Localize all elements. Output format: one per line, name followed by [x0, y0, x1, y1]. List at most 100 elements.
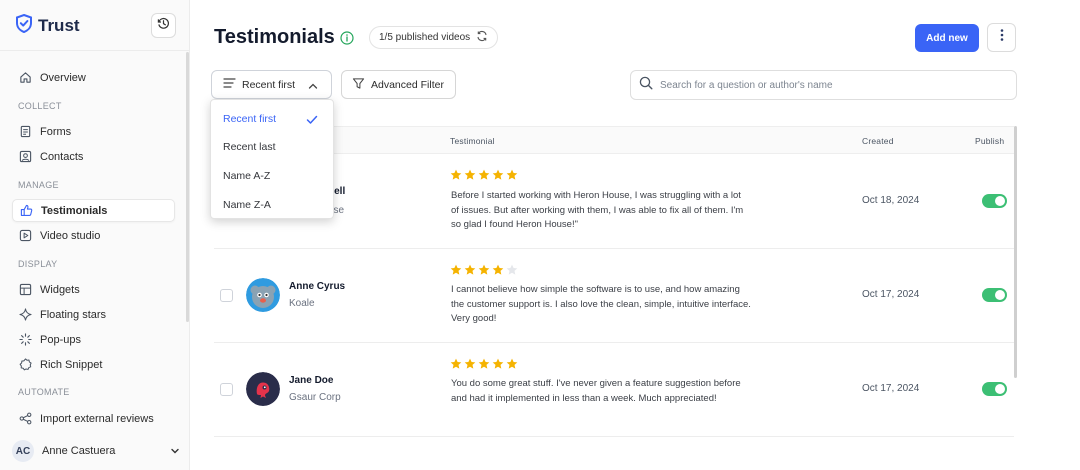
search-box[interactable] — [630, 70, 1017, 100]
testimonial-text: Before I started working with Heron Hous… — [451, 190, 744, 230]
section-automate: AUTOMATE — [18, 387, 70, 397]
published-videos-label: 1/5 published videos — [379, 32, 471, 43]
chevron-down-icon — [170, 446, 180, 459]
sidebar-item-forms[interactable]: Forms — [12, 120, 175, 143]
add-new-button[interactable]: Add new — [915, 24, 979, 52]
star-icon — [464, 263, 476, 281]
sidebar-item-widgets[interactable]: Widgets — [12, 278, 175, 301]
sort-option-recent-last[interactable]: Recent last — [223, 141, 276, 153]
publish-toggle[interactable] — [982, 382, 1007, 396]
filter-icon — [352, 77, 365, 93]
column-testimonial: Testimonial — [450, 136, 495, 146]
created-date: Oct 17, 2024 — [862, 383, 920, 394]
author-name: Jane Doe — [289, 375, 334, 386]
loader-icon — [18, 333, 32, 347]
shield-check-icon — [15, 13, 33, 38]
sidebar-item-label: Overview — [40, 71, 86, 84]
sidebar: Trust Overview COLLECT Forms Contacts MA… — [0, 0, 190, 470]
sidebar-item-rich-snippet[interactable]: Rich Snippet — [12, 353, 175, 376]
star-icon — [478, 357, 490, 375]
section-collect: COLLECT — [18, 101, 62, 111]
sort-dropdown-button[interactable]: Recent first — [211, 70, 332, 99]
user-menu[interactable]: AC Anne Castuera — [12, 440, 180, 462]
star-icon — [450, 263, 462, 281]
testimonial-text: You do some great stuff. I've never give… — [451, 378, 741, 404]
sort-menu: Recent first Recent last Name A-Z Name Z… — [210, 99, 334, 219]
sort-label: Recent first — [242, 78, 296, 91]
star-icon — [492, 357, 504, 375]
sidebar-item-import-reviews[interactable]: Import external reviews — [12, 407, 175, 430]
sidebar-item-label: Video studio — [40, 229, 101, 242]
sidebar-divider — [0, 50, 189, 51]
publish-toggle[interactable] — [982, 288, 1007, 302]
sidebar-item-label: Floating stars — [40, 308, 107, 321]
sidebar-item-label: Import external reviews — [40, 412, 154, 425]
sidebar-item-video-studio[interactable]: Video studio — [12, 224, 175, 247]
chevron-up-icon — [308, 81, 318, 93]
info-icon[interactable] — [340, 31, 354, 50]
sort-option-recent-first[interactable]: Recent first — [223, 113, 276, 125]
table-row[interactable]: nell use Before I started working with H… — [214, 155, 1014, 249]
brand-logo[interactable]: Trust — [15, 13, 80, 38]
page-title: Testimonials — [214, 26, 335, 48]
history-button[interactable] — [151, 13, 176, 38]
sort-option-name-a-z[interactable]: Name A-Z — [223, 170, 270, 182]
sidebar-item-popups[interactable]: Pop-ups — [12, 328, 175, 351]
author-company: Gsaur Corp — [289, 392, 341, 403]
table-scrollbar[interactable] — [1014, 126, 1017, 378]
table-row[interactable]: Jane Doe Gsaur Corp You do some great st… — [214, 343, 1014, 437]
sidebar-item-overview[interactable]: Overview — [12, 66, 175, 89]
section-manage: MANAGE — [18, 180, 59, 190]
published-videos-badge[interactable]: 1/5 published videos — [369, 26, 499, 49]
star-icon — [478, 168, 490, 186]
user-name: Anne Castuera — [42, 445, 116, 457]
sidebar-item-contacts[interactable]: Contacts — [12, 145, 175, 168]
star-icon — [450, 168, 462, 186]
section-display: DISPLAY — [18, 259, 58, 269]
share-icon — [18, 412, 32, 426]
column-created: Created — [862, 136, 894, 146]
table-row[interactable]: Anne Cyrus Koale I cannot believe how si… — [214, 249, 1014, 343]
more-options-button[interactable] — [987, 23, 1016, 52]
star-icon — [478, 263, 490, 281]
publish-toggle[interactable] — [982, 194, 1007, 208]
sidebar-item-label: Contacts — [40, 150, 84, 163]
clock-icon — [157, 17, 170, 35]
rating-stars — [450, 357, 518, 375]
avatar — [246, 372, 280, 406]
advanced-filter-label: Advanced Filter — [371, 78, 444, 91]
sidebar-item-testimonials[interactable]: Testimonials — [12, 199, 175, 222]
table-header: Testimonial Created Publish — [214, 126, 1014, 154]
menu-lines-icon — [223, 78, 236, 91]
brand-name: Trust — [38, 16, 80, 35]
avatar — [246, 278, 280, 312]
refresh-icon — [476, 30, 488, 45]
more-vertical-icon — [1000, 28, 1004, 47]
badge-icon — [18, 358, 32, 372]
sidebar-item-label: Rich Snippet — [40, 358, 103, 371]
row-checkbox[interactable] — [220, 289, 233, 302]
contact-card-icon — [18, 150, 32, 164]
star-icon — [450, 357, 462, 375]
app-root: Trust Overview COLLECT Forms Contacts MA… — [0, 0, 1080, 470]
rating-stars — [450, 263, 518, 281]
star-icon — [492, 263, 504, 281]
star-icon — [492, 168, 504, 186]
created-date: Oct 17, 2024 — [862, 289, 920, 300]
widget-icon — [18, 283, 32, 297]
check-icon — [306, 112, 318, 130]
rating-stars — [450, 168, 518, 186]
search-icon — [639, 76, 653, 95]
play-square-icon — [18, 229, 32, 243]
row-checkbox[interactable] — [220, 383, 233, 396]
sidebar-item-label: Widgets — [40, 283, 80, 296]
form-icon — [18, 125, 32, 139]
advanced-filter-button[interactable]: Advanced Filter — [341, 70, 456, 99]
avatar: AC — [12, 440, 34, 462]
sidebar-item-floating-stars[interactable]: Floating stars — [12, 303, 175, 326]
search-input[interactable] — [660, 79, 990, 91]
author-name: Anne Cyrus — [289, 281, 346, 292]
sort-option-name-z-a[interactable]: Name Z-A — [223, 199, 271, 211]
sidebar-scrollbar[interactable] — [186, 52, 189, 322]
star-icon — [506, 168, 518, 186]
